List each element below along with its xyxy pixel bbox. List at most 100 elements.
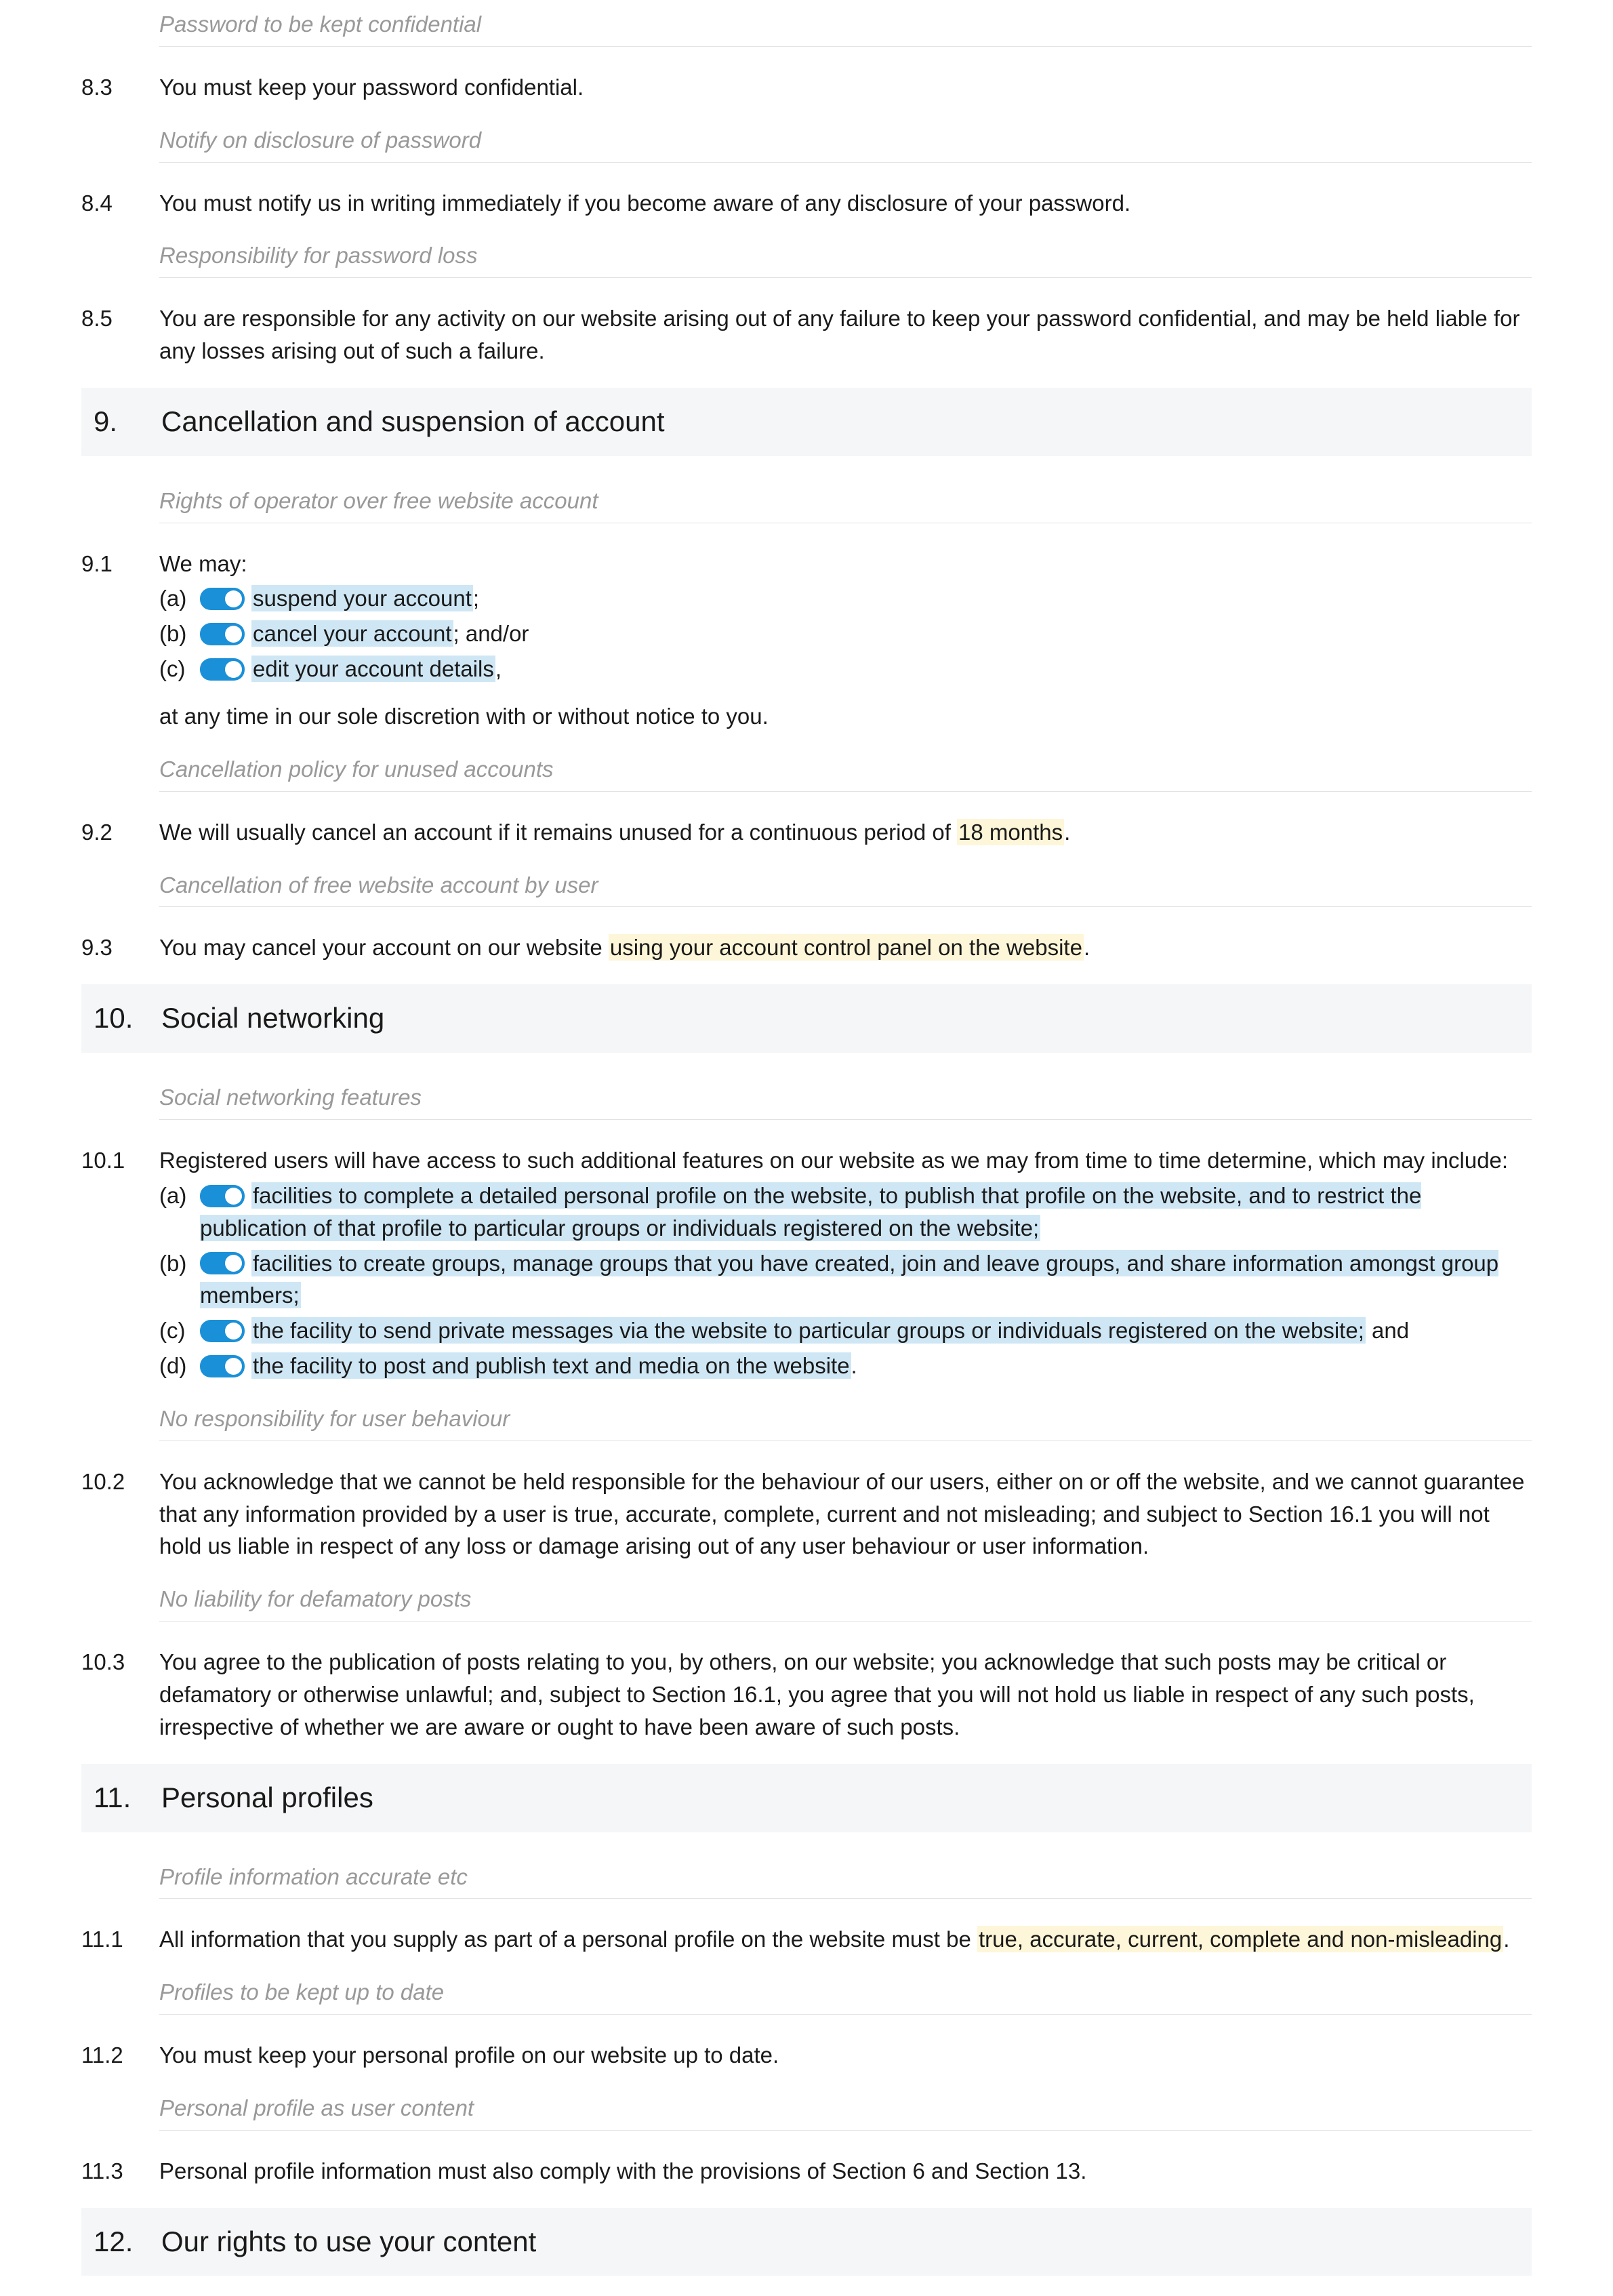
tail: ,	[495, 656, 502, 681]
highlight-text: suspend your account	[251, 585, 473, 611]
clause-heading-10-2: No responsibility for user behaviour	[81, 1394, 1532, 1453]
heading-text: Personal profile as user content	[159, 2084, 1532, 2131]
clause-number: 10.3	[81, 1646, 159, 1744]
clause-heading-11-3: Personal profile as user content	[81, 2084, 1532, 2143]
clause-number: 10.1	[81, 1144, 159, 1382]
clause-heading-8-5: Responsibility for password loss	[81, 231, 1532, 290]
sub-label: (d)	[159, 1350, 200, 1382]
clause-heading-8-3: Password to be kept confidential	[81, 0, 1532, 59]
section-number: 10.	[94, 998, 161, 1039]
clause-body: You acknowledge that we cannot be held r…	[159, 1466, 1532, 1563]
section-9-header: 9. Cancellation and suspension of accoun…	[81, 388, 1532, 456]
sub-label: (b)	[159, 618, 200, 650]
clause-intro: We may:	[159, 548, 1532, 580]
section-11-header: 11. Personal profiles	[81, 1764, 1532, 1832]
heading-text: Rights of operator over free website acc…	[159, 477, 1532, 523]
post-text: .	[1503, 1927, 1509, 1952]
clause-number: 11.2	[81, 2039, 159, 2072]
clause-heading-10-3: No liability for defamatory posts	[81, 1575, 1532, 1634]
highlight-text: the facility to post and publish text an…	[251, 1352, 851, 1379]
clause-10-1-c: (c) the facility to send private message…	[159, 1314, 1532, 1347]
toggle-icon[interactable]	[200, 588, 245, 610]
heading-text: Cancellation policy for unused accounts	[159, 745, 1532, 792]
clause-heading-9-1: Rights of operator over free website acc…	[81, 477, 1532, 536]
clause-heading-10-1: Social networking features	[81, 1073, 1532, 1132]
highlight-text: facilities to create groups, manage grou…	[200, 1250, 1498, 1309]
toggle-icon[interactable]	[200, 623, 245, 645]
clause-10-1-b: (b) facilities to create groups, manage …	[159, 1247, 1532, 1312]
clause-11-2: 11.2 You must keep your personal profile…	[81, 2039, 1532, 2072]
section-title: Personal profiles	[161, 1777, 373, 1819]
toggle-icon[interactable]	[200, 1185, 245, 1207]
section-number: 9.	[94, 401, 161, 443]
clause-number: 10.2	[81, 1466, 159, 1563]
clause-9-2: 9.2 We will usually cancel an account if…	[81, 816, 1532, 849]
clause-heading-11-1: Profile information accurate etc	[81, 1853, 1532, 1912]
clause-body: You are responsible for any activity on …	[159, 302, 1532, 367]
heading-text: Password to be kept confidential	[159, 0, 1532, 47]
heading-text: No liability for defamatory posts	[159, 1575, 1532, 1622]
heading-text: Cancellation of free website account by …	[159, 861, 1532, 908]
heading-text: No responsibility for user behaviour	[159, 1394, 1532, 1441]
post-text: .	[1064, 820, 1070, 845]
highlight-text: the facility to send private messages vi…	[251, 1317, 1366, 1344]
heading-text: Profile information accurate etc	[159, 1853, 1532, 1899]
clause-9-3: 9.3 You may cancel your account on our w…	[81, 931, 1532, 964]
section-12-header: 12. Our rights to use your content	[81, 2208, 1532, 2276]
clause-heading-8-4: Notify on disclosure of password	[81, 116, 1532, 175]
sub-label: (a)	[159, 1180, 200, 1245]
heading-text: Notify on disclosure of password	[159, 116, 1532, 163]
clause-number: 11.3	[81, 2155, 159, 2188]
clause-outro: at any time in our sole discretion with …	[159, 700, 1532, 733]
clause-number: 11.1	[81, 1923, 159, 1956]
clause-intro: Registered users will have access to suc…	[159, 1144, 1532, 1177]
pre-text: We will usually cancel an account if it …	[159, 820, 957, 845]
toggle-icon[interactable]	[200, 1320, 245, 1342]
clause-10-1: 10.1 Registered users will have access t…	[81, 1144, 1532, 1382]
clause-8-5: 8.5 You are responsible for any activity…	[81, 302, 1532, 367]
section-number: 12.	[94, 2221, 161, 2263]
highlight-text: facilities to complete a detailed person…	[200, 1182, 1421, 1241]
clause-body: You must keep your personal profile on o…	[159, 2039, 1532, 2072]
section-title: Cancellation and suspension of account	[161, 401, 665, 443]
heading-text: Responsibility for password loss	[159, 231, 1532, 278]
sub-label: (a)	[159, 582, 200, 615]
pre-text: All information that you supply as part …	[159, 1927, 977, 1952]
highlight-text: edit your account details	[251, 656, 495, 682]
tail: ;	[473, 586, 479, 611]
clause-11-3: 11.3 Personal profile information must a…	[81, 2155, 1532, 2188]
clause-8-3: 8.3 You must keep your password confiden…	[81, 71, 1532, 104]
clause-10-1-d: (d) the facility to post and publish tex…	[159, 1350, 1532, 1382]
clause-heading-9-3: Cancellation of free website account by …	[81, 861, 1532, 920]
sub-label: (b)	[159, 1247, 200, 1312]
clause-8-4: 8.4 You must notify us in writing immedi…	[81, 187, 1532, 220]
section-title: Our rights to use your content	[161, 2221, 536, 2263]
clause-11-1: 11.1 All information that you supply as …	[81, 1923, 1532, 1956]
clause-body: Personal profile information must also c…	[159, 2155, 1532, 2188]
tail: .	[851, 1353, 857, 1378]
clause-9-1: 9.1 We may: (a) suspend your account; (b…	[81, 548, 1532, 733]
toggle-icon[interactable]	[200, 1355, 245, 1377]
heading-text: Social networking features	[159, 1073, 1532, 1120]
post-text: .	[1084, 935, 1090, 960]
sub-label: (c)	[159, 653, 200, 685]
clause-10-3: 10.3 You agree to the publication of pos…	[81, 1646, 1532, 1744]
clause-10-1-a: (a) facilities to complete a detailed pe…	[159, 1180, 1532, 1245]
toggle-icon[interactable]	[200, 658, 245, 681]
clause-10-2: 10.2 You acknowledge that we cannot be h…	[81, 1466, 1532, 1563]
clause-number: 8.3	[81, 71, 159, 104]
toggle-icon[interactable]	[200, 1252, 245, 1274]
tail: ; and/or	[453, 621, 529, 646]
heading-text: Profiles to be kept up to date	[159, 1968, 1532, 2015]
section-number: 11.	[94, 1777, 161, 1819]
clause-body: You must keep your password confidential…	[159, 71, 1532, 104]
clause-number: 8.5	[81, 302, 159, 367]
sub-label: (c)	[159, 1314, 200, 1347]
clause-9-1-a: (a) suspend your account;	[159, 582, 1532, 615]
highlight-text: using your account control panel on the …	[609, 934, 1084, 961]
clause-heading-9-2: Cancellation policy for unused accounts	[81, 745, 1532, 804]
section-10-header: 10. Social networking	[81, 984, 1532, 1053]
clause-9-1-b: (b) cancel your account; and/or	[159, 618, 1532, 650]
clause-number: 9.2	[81, 816, 159, 849]
clause-9-1-c: (c) edit your account details,	[159, 653, 1532, 685]
